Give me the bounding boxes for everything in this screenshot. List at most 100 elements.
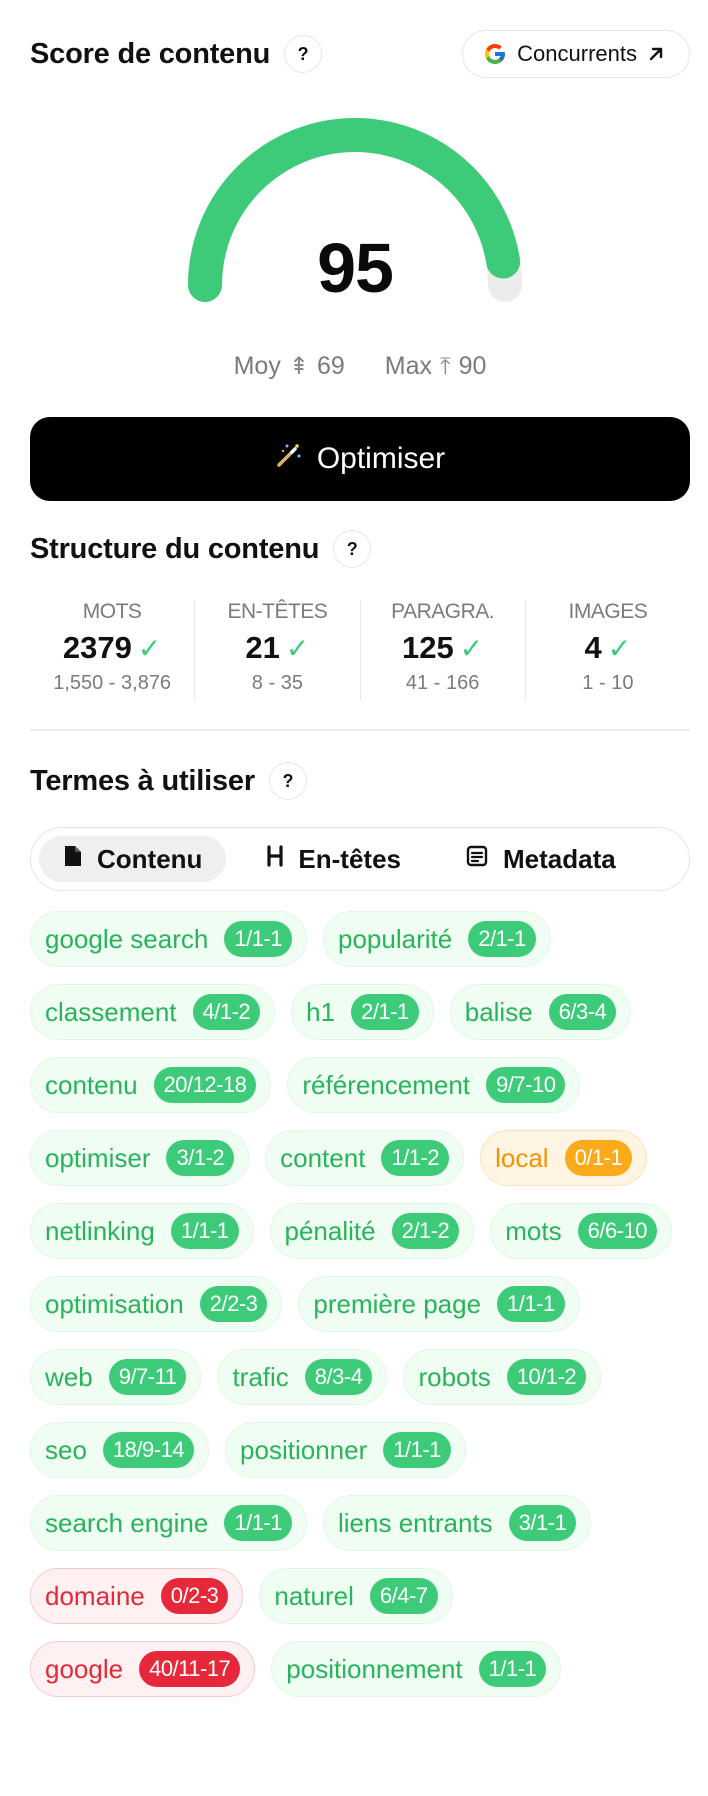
term-count-badge: 20/12-18 [153, 1067, 257, 1103]
term-chip[interactable]: local 0/1-1 [480, 1130, 648, 1186]
term-chip[interactable]: contenu 20/12-18 [30, 1057, 272, 1113]
content-score-title-group: Score de contenu ? [30, 35, 323, 73]
stat-range: 1,550 - 3,876 [53, 672, 172, 694]
stat-value: 21 [245, 630, 280, 665]
term-chips: google search 1/1-1 popularité 2/1-1 classem… [30, 911, 690, 1697]
term-count-badge: 1/1-1 [383, 1432, 451, 1468]
optimize-button[interactable]: Optimiser [30, 417, 690, 501]
stat-range: 1 - 10 [582, 672, 634, 694]
term-label: positionner [240, 1434, 368, 1465]
term-label: local [495, 1142, 549, 1173]
term-chip[interactable]: trafic 8/3-4 [217, 1349, 388, 1405]
stat-range: 8 - 35 [251, 672, 303, 694]
competitors-button[interactable]: Concurrents [462, 30, 690, 78]
stat-paragraphs: PARAGRA. 125 ✓ 41 - 166 [361, 600, 526, 700]
max-score: Max ⤒ 90 [385, 352, 487, 381]
stat-label: PARAGRA. [391, 600, 495, 623]
term-chip[interactable]: google 40/11-17 [30, 1641, 256, 1697]
tab-en-tetes[interactable]: En-têtes [242, 836, 425, 882]
term-count-badge: 10/1-2 [506, 1359, 587, 1395]
arrow-up-right-icon [647, 45, 665, 63]
term-count-badge: 8/3-4 [304, 1359, 373, 1395]
stat-label: IMAGES [568, 600, 648, 623]
term-label: contenu [45, 1069, 138, 1100]
stat-words: MOTS 2379 ✓ 1,550 - 3,876 [30, 600, 196, 700]
term-label: robots [418, 1361, 491, 1392]
term-count-badge: 2/2-3 [199, 1286, 268, 1322]
term-label: pénalité [284, 1215, 376, 1246]
term-chip[interactable]: liens entrants 3/1-1 [323, 1495, 592, 1551]
term-chip[interactable]: optimiser 3/1-2 [30, 1130, 250, 1186]
check-icon: ✓ [285, 632, 310, 664]
stat-value-row: 125 ✓ [402, 630, 483, 666]
tab-label: En-têtes [298, 843, 401, 874]
term-label: mots [505, 1215, 562, 1246]
tab-contenu[interactable]: Contenu [39, 836, 227, 882]
term-chip[interactable]: seo 18/9-14 [30, 1422, 210, 1478]
term-count-badge: 2/1-2 [391, 1213, 460, 1249]
term-chip[interactable]: classement 4/1-2 [30, 984, 276, 1040]
term-label: balise [464, 996, 533, 1027]
term-chip[interactable]: optimisation 2/2-3 [30, 1276, 283, 1332]
term-chip[interactable]: positionner 1/1-1 [225, 1422, 466, 1478]
term-chip[interactable]: content 1/1-2 [265, 1130, 465, 1186]
tab-label: Metadata [503, 843, 616, 874]
term-count-badge: 1/1-1 [497, 1286, 565, 1322]
term-label: content [280, 1142, 366, 1173]
content-score-title: Score de contenu [30, 37, 271, 70]
term-count-badge: 1/1-1 [478, 1651, 547, 1687]
average-icon: ⇞ [288, 353, 309, 380]
term-chip[interactable]: naturel 6/4-7 [259, 1568, 453, 1624]
term-chip[interactable]: search engine 1/1-1 [30, 1495, 307, 1551]
term-chip[interactable]: mots 6/6-10 [490, 1203, 672, 1259]
term-chip[interactable]: balise 6/3-4 [449, 984, 632, 1040]
document-icon [63, 844, 83, 875]
term-count-badge: 3/1-2 [166, 1140, 235, 1176]
term-label: liens entrants [338, 1507, 493, 1538]
term-chip[interactable]: positionnement 1/1-1 [271, 1641, 562, 1697]
term-count-badge: 0/2-3 [160, 1578, 229, 1614]
term-chip[interactable]: première page 1/1-1 [298, 1276, 580, 1332]
competitors-label: Concurrents [517, 41, 637, 66]
term-chip[interactable]: popularité 2/1-1 [323, 911, 551, 967]
term-chip[interactable]: domaine 0/2-3 [30, 1568, 244, 1624]
term-chip[interactable]: web 9/7-11 [30, 1349, 202, 1405]
term-count-badge: 4/1-2 [192, 994, 261, 1030]
max-label: Max [384, 352, 432, 380]
term-count-badge: 2/1-1 [468, 921, 536, 957]
term-label: web [45, 1361, 93, 1392]
metadata-icon [465, 844, 489, 875]
score-benchmarks: Moy ⇞ 69 Max ⤒ 90 [0, 352, 708, 381]
term-count-badge: 3/1-1 [508, 1505, 577, 1541]
stat-value-row: 21 ✓ [245, 630, 309, 666]
term-chip[interactable]: référencement 9/7-10 [287, 1057, 581, 1113]
tab-metadata[interactable]: Metadata [441, 836, 640, 882]
term-label: popularité [338, 923, 453, 954]
term-label: classement [45, 996, 177, 1027]
term-count-badge: 9/7-11 [108, 1359, 187, 1395]
stat-value: 125 [402, 630, 454, 665]
term-label: google search [45, 923, 209, 954]
stat-range: 41 - 166 [405, 672, 480, 694]
terms-header: Termes à utiliser ? [30, 762, 307, 800]
term-label: h1 [306, 996, 336, 1027]
google-icon [483, 42, 507, 66]
term-count-badge: 40/11-17 [139, 1651, 241, 1687]
stat-images: IMAGES 4 ✓ 1 - 10 [526, 600, 690, 700]
structure-help-icon[interactable]: ? [333, 530, 372, 568]
term-label: première page [313, 1288, 482, 1319]
term-chip[interactable]: netlinking 1/1-1 [30, 1203, 254, 1259]
score-gauge: 95 [180, 110, 530, 310]
terms-help-icon[interactable]: ? [268, 762, 307, 800]
term-chip[interactable]: google search 1/1-1 [30, 911, 307, 967]
term-count-badge: 1/1-1 [224, 1505, 292, 1541]
term-chip[interactable]: h1 2/1-1 [291, 984, 434, 1040]
stat-label: EN-TÊTES [227, 600, 328, 623]
content-score-help-icon[interactable]: ? [284, 35, 323, 73]
term-chip[interactable]: robots 10/1-2 [403, 1349, 602, 1405]
average-score: Moy ⇞ 69 [234, 352, 345, 381]
term-label: optimisation [45, 1288, 184, 1319]
check-icon: ✓ [459, 632, 484, 664]
stat-value-row: 4 ✓ [585, 630, 632, 666]
term-chip[interactable]: pénalité 2/1-2 [269, 1203, 475, 1259]
